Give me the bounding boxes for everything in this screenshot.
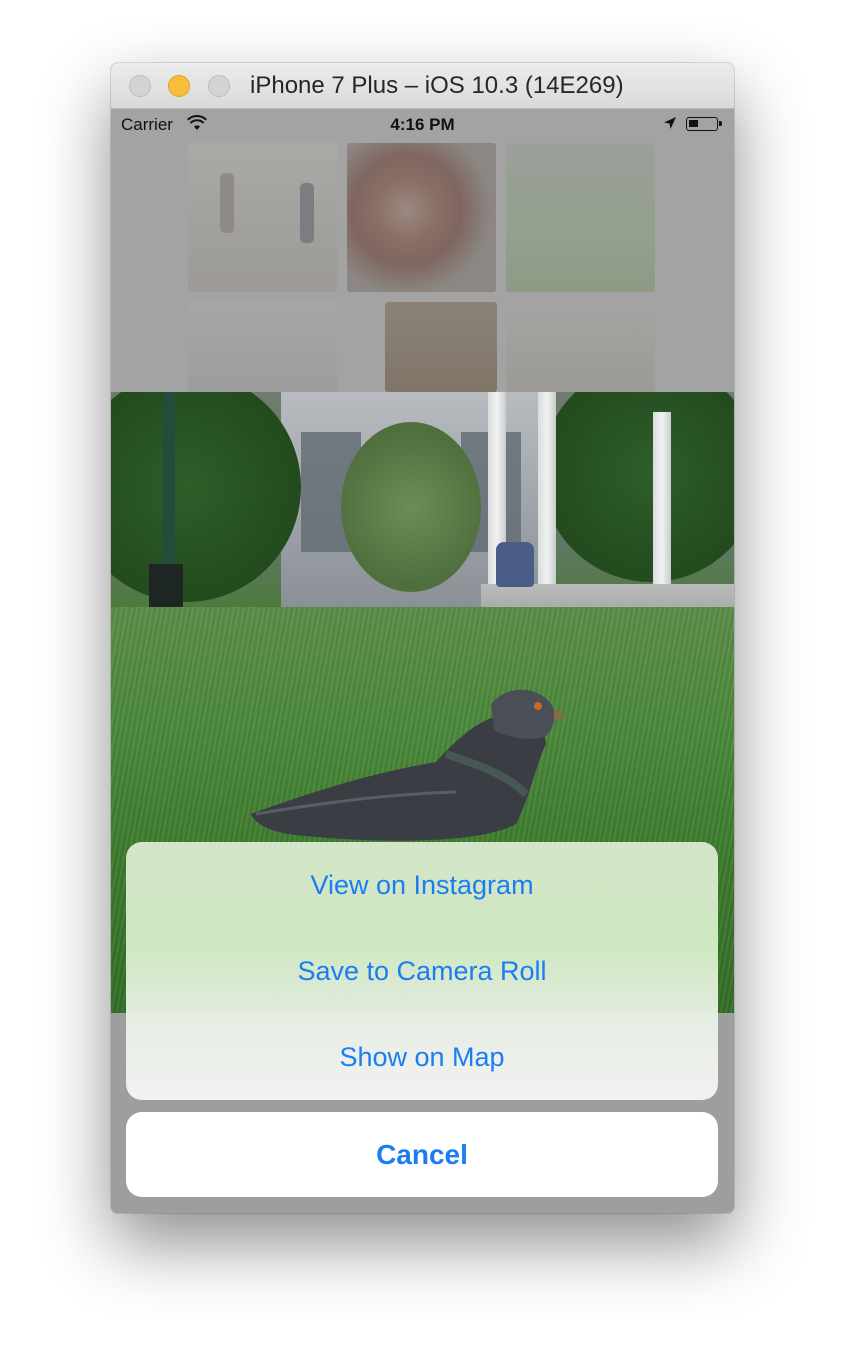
cancel-button[interactable]: Cancel: [126, 1112, 718, 1197]
save-to-camera-roll-button[interactable]: Save to Camera Roll: [126, 928, 718, 1014]
action-sheet: View on Instagram Save to Camera Roll Sh…: [126, 842, 718, 1100]
close-window-button[interactable]: [129, 75, 151, 97]
photo-grid: [111, 143, 734, 393]
device-screen: Carrier 4:16 PM View on Instagram Save t…: [111, 109, 734, 1213]
location-arrow-icon: [664, 117, 676, 129]
status-time: 4:16 PM: [390, 115, 455, 134]
view-on-instagram-button[interactable]: View on Instagram: [126, 842, 718, 928]
photo-thumbnail[interactable]: [188, 143, 337, 292]
window-title: iPhone 7 Plus – iOS 10.3 (14E269): [250, 72, 624, 99]
status-bar: Carrier 4:16 PM: [111, 109, 734, 139]
photo-thumbnail[interactable]: [188, 302, 337, 392]
photo-thumbnail[interactable]: [506, 143, 655, 292]
simulator-window: iPhone 7 Plus – iOS 10.3 (14E269) Carrie…: [111, 63, 734, 1213]
show-on-map-button[interactable]: Show on Map: [126, 1014, 718, 1100]
window-titlebar[interactable]: iPhone 7 Plus – iOS 10.3 (14E269): [111, 63, 734, 109]
photo-thumbnail[interactable]: [506, 302, 655, 392]
photo-thumbnail[interactable]: [347, 143, 496, 292]
minimize-window-button[interactable]: [168, 75, 190, 97]
zoom-window-button[interactable]: [208, 75, 230, 97]
battery-icon: [686, 117, 722, 131]
pigeon-image: [251, 689, 568, 841]
photo-thumbnail[interactable]: [385, 302, 497, 392]
